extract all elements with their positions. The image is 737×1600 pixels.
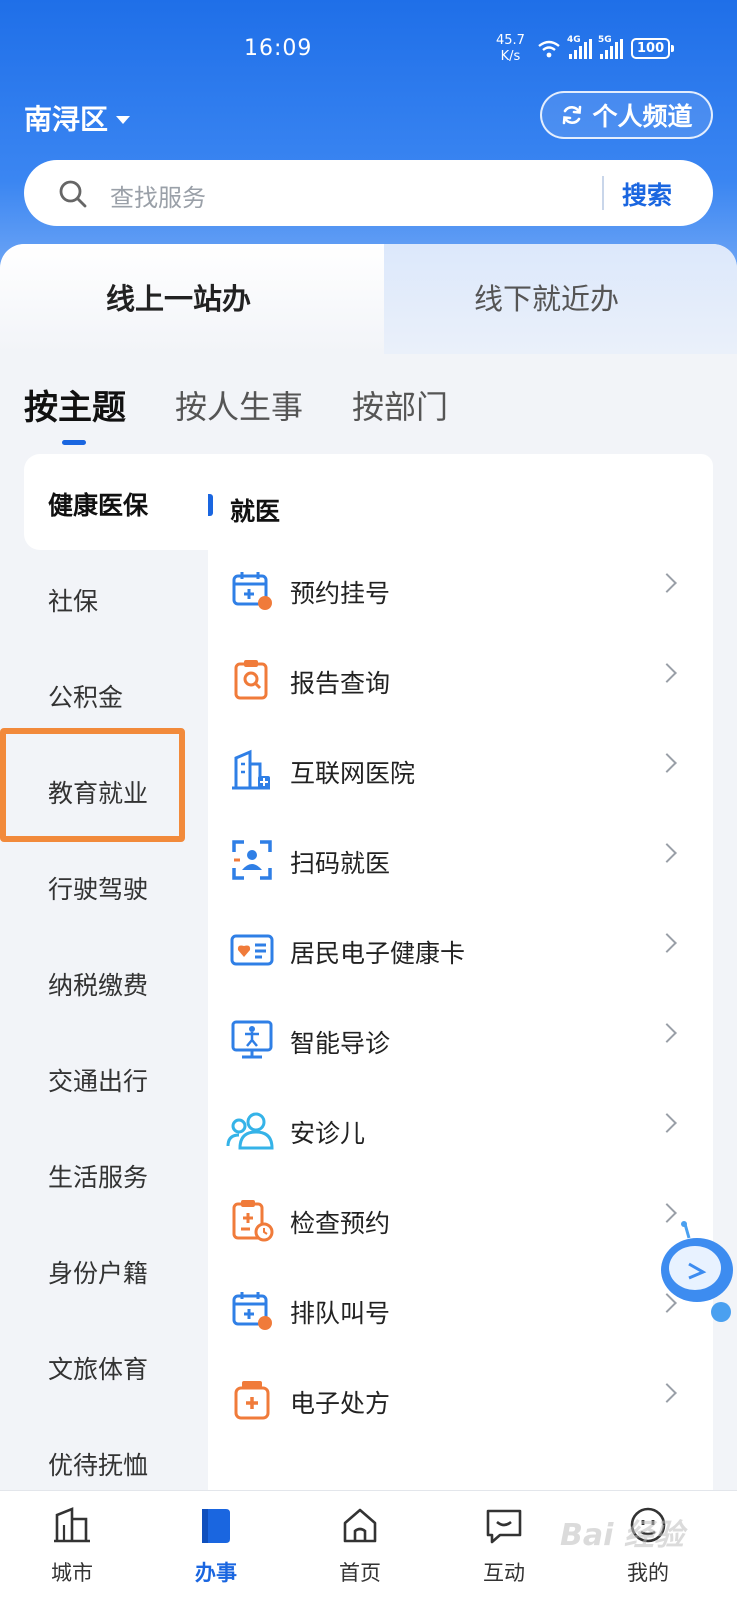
service-item-exam-booking[interactable]: 检查预约	[208, 1174, 713, 1266]
service-item-queue[interactable]: 排队叫号	[208, 1264, 713, 1356]
search-input[interactable]: 查找服务	[110, 178, 206, 213]
monitor-guide-icon	[231, 1020, 273, 1059]
calendar-clock-icon	[232, 1292, 272, 1330]
nav-item-culture-sports[interactable]: 文旅体育	[0, 1318, 208, 1414]
search-divider	[602, 176, 604, 210]
users-icon	[226, 1112, 274, 1150]
signal-5g-icon: 5G	[598, 35, 623, 59]
chevron-right-icon	[657, 1383, 677, 1403]
calendar-plus-icon	[232, 572, 272, 610]
bottom-nav-label: 首页	[339, 1561, 381, 1585]
district-label: 南浔区	[24, 103, 109, 136]
nav-item-transport[interactable]: 交通出行	[0, 1030, 208, 1126]
tab-by-theme[interactable]: 按主题	[24, 380, 126, 429]
watermark: Bai 经验	[560, 1518, 684, 1553]
medicine-bottle-icon	[234, 1381, 270, 1420]
chevron-right-icon	[657, 1113, 677, 1133]
nav-item-driving[interactable]: 行驶驾驶	[0, 838, 208, 934]
battery-icon: 100	[631, 38, 675, 59]
assistant-robot-icon[interactable]	[655, 1220, 737, 1330]
search-button[interactable]: 搜索	[622, 176, 672, 212]
signal-4g-icon: 4G	[567, 35, 592, 59]
caret-down-icon	[116, 116, 131, 124]
service-list: 就医 预约挂号 报告查询 互联网医院 扫码就医 居民电子健康卡 智能导诊 安诊儿…	[208, 454, 713, 1534]
service-label: 互联网医院	[290, 759, 416, 788]
tab-by-department[interactable]: 按部门	[352, 382, 448, 428]
chevron-right-icon	[657, 1023, 677, 1043]
tab-offline[interactable]: 线下就近办	[474, 276, 619, 318]
service-label: 电子处方	[290, 1389, 391, 1418]
chevron-right-icon	[657, 573, 677, 593]
service-label: 安诊儿	[290, 1119, 366, 1148]
personal-channel-label: 个人频道	[592, 102, 693, 131]
health-card-icon	[230, 934, 274, 966]
hospital-building-icon	[232, 749, 270, 790]
district-selector[interactable]: 南浔区	[24, 98, 131, 138]
chat-bubble-icon	[486, 1509, 522, 1544]
service-label: 检查预约	[290, 1209, 391, 1238]
nav-item-tax[interactable]: 纳税缴费	[0, 934, 208, 1030]
bottom-nav-label: 互动	[483, 1561, 525, 1585]
chevron-right-icon	[657, 933, 677, 953]
bottom-nav-home[interactable]: 首页	[310, 1491, 410, 1600]
personal-channel-button[interactable]: 个人频道	[540, 91, 713, 139]
service-label: 扫码就医	[290, 849, 391, 878]
bottom-nav-city[interactable]: 城市	[22, 1491, 122, 1600]
city-building-icon	[54, 1507, 90, 1543]
service-label: 居民电子健康卡	[290, 939, 466, 968]
status-icons: 4G 5G 100	[537, 35, 675, 59]
service-label: 预约挂号	[290, 579, 391, 608]
chevron-right-icon	[657, 843, 677, 863]
service-item-anzhener[interactable]: 安诊儿	[208, 1084, 713, 1176]
chevron-right-icon	[657, 663, 677, 683]
service-item-appointment[interactable]: 预约挂号	[208, 544, 713, 636]
service-item-smart-guide[interactable]: 智能导诊	[208, 994, 713, 1086]
status-time: 16:09	[244, 36, 313, 61]
highlight-annotation	[0, 728, 185, 842]
service-item-report[interactable]: 报告查询	[208, 634, 713, 726]
service-label: 智能导诊	[290, 1029, 391, 1058]
bottom-nav-label: 我的	[627, 1561, 669, 1585]
clipboard-clock-icon	[232, 1200, 274, 1242]
service-label: 排队叫号	[290, 1299, 391, 1328]
search-bar[interactable]: 查找服务 搜索	[24, 160, 713, 226]
chevron-right-icon	[657, 753, 677, 773]
section-marker	[208, 494, 213, 516]
scan-person-icon	[232, 840, 272, 880]
service-item-prescription[interactable]: 电子处方	[208, 1354, 713, 1446]
category-tabs: 按主题 按人生事 按部门	[0, 380, 737, 444]
bottom-nav-label: 办事	[195, 1561, 237, 1585]
header: 南浔区 个人频道	[0, 90, 737, 150]
tab-by-life-event[interactable]: 按人生事	[175, 382, 303, 428]
section-title: 就医	[230, 497, 281, 526]
home-icon	[343, 1508, 377, 1543]
network-speed: 45.7 K/s	[496, 33, 525, 64]
nav-item-life-services[interactable]: 生活服务	[0, 1126, 208, 1222]
active-tab-indicator	[62, 440, 86, 445]
bottom-nav-interact[interactable]: 互动	[454, 1491, 554, 1600]
refresh-icon	[563, 105, 582, 125]
service-tabs: 线上一站办 线下就近办	[0, 244, 737, 354]
bottom-nav-label: 城市	[51, 1561, 93, 1585]
tab-online[interactable]: 线上一站办	[106, 276, 251, 318]
services-book-icon	[202, 1509, 230, 1543]
nav-item-health[interactable]: 健康医保	[24, 454, 208, 550]
wifi-icon	[538, 40, 560, 57]
service-item-internet-hospital[interactable]: 互联网医院	[208, 724, 713, 816]
service-label: 报告查询	[290, 669, 391, 698]
main-panel: 线上一站办 线下就近办 按主题 按人生事 按部门 健康医保 社保 公积金 教育就…	[0, 244, 737, 1600]
status-bar: 16:09 45.7 K/s 4G 5G 100	[0, 0, 737, 90]
service-item-health-card[interactable]: 居民电子健康卡	[208, 904, 713, 996]
bottom-nav-services[interactable]: 办事	[166, 1491, 266, 1600]
report-search-icon	[234, 660, 268, 700]
service-item-scan[interactable]: 扫码就医	[208, 814, 713, 906]
nav-item-social-security[interactable]: 社保	[0, 550, 208, 646]
nav-item-household[interactable]: 身份户籍	[0, 1222, 208, 1318]
search-icon	[58, 179, 88, 213]
